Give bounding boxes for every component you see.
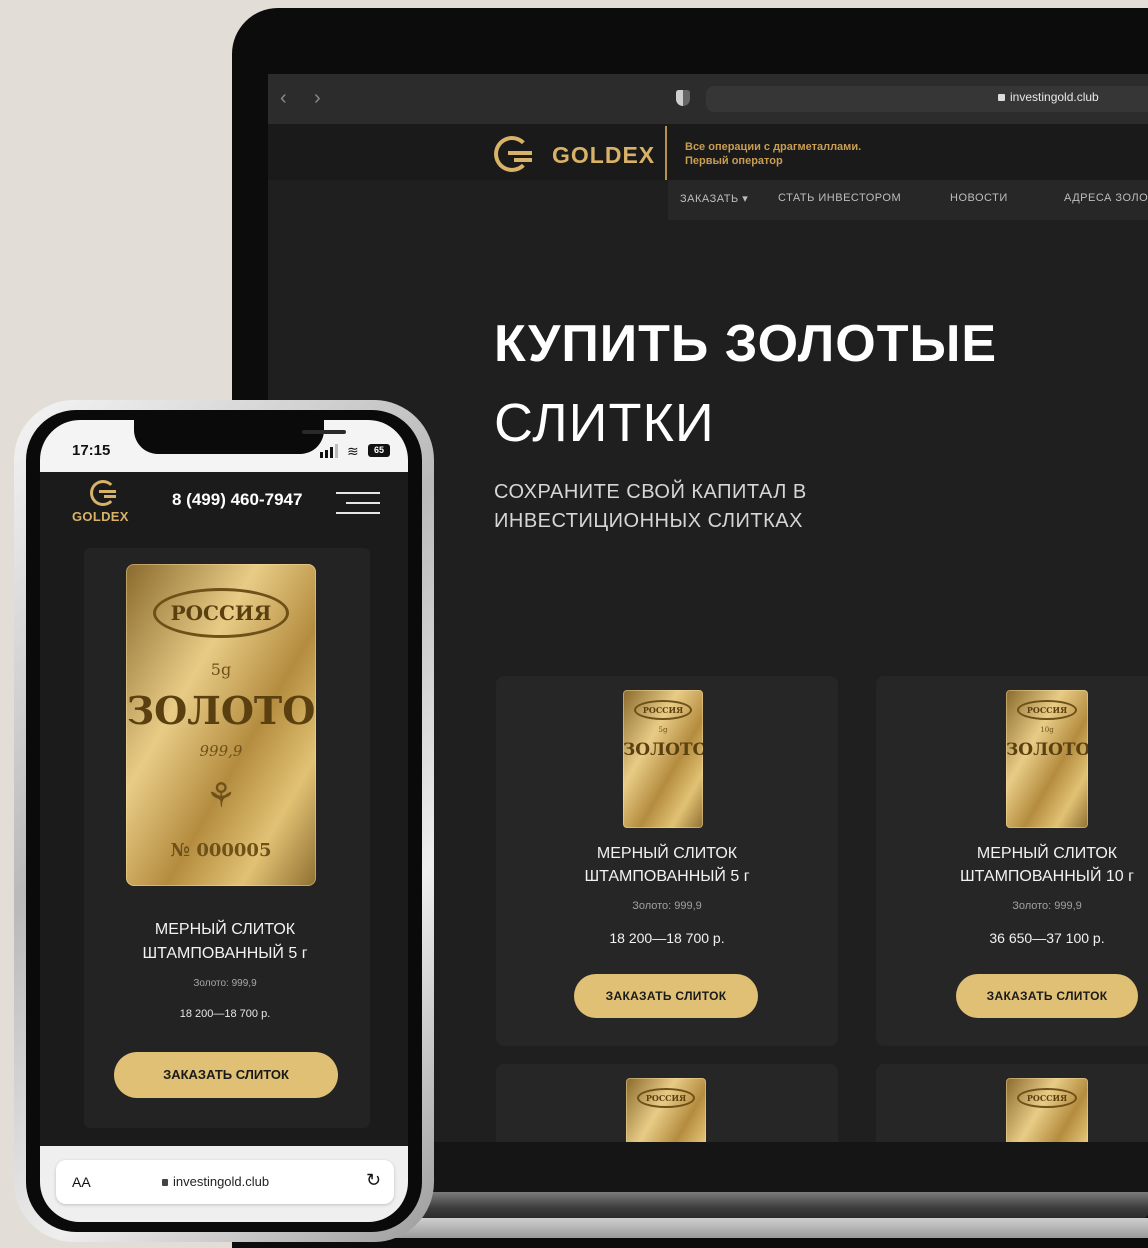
product-card: РОССИЯ 5g ЗОЛОТО МЕРНЫЙ СЛИТОК ШТАМПОВАН… [496,676,838,1046]
product-purity: Золото: 999,9 [193,978,257,989]
product-card-partial: РОССИЯ [876,1064,1148,1142]
gold-bar-image: РОССИЯ [1006,1078,1088,1142]
product-card-partial: РОССИЯ [496,1064,838,1142]
hero-title-light: СЛИТКИ [494,393,715,453]
hero-subtitle: СОХРАНИТЕ СВОЙ КАПИТАЛ В ИНВЕСТИЦИОННЫХ … [494,481,807,532]
gold-bar-image: РОССИЯ 5g ЗОЛОТО 999,9 ⚘ № 000005 [126,564,316,886]
gold-bar-image: РОССИЯ 5g ЗОЛОТО [623,690,703,828]
goldex-logo-text[interactable]: GOLDEX [552,142,655,169]
laptop-base-edge [300,1218,1148,1238]
gold-bar-image: РОССИЯ 10g ЗОЛОТО [1006,690,1088,828]
lock-icon [998,94,1005,101]
goldex-logo-text[interactable]: GOLDEX [72,509,129,524]
menu-left-space [268,180,668,220]
mobile-address-url[interactable]: investingold.club [162,1174,269,1189]
header-divider [665,126,667,182]
text-size-button[interactable]: AA [72,1174,91,1190]
phone-number-link[interactable]: 8 (499) 460-7947 [172,490,302,510]
status-time: 17:15 [72,442,111,459]
product-price: 18 200—18 700 р. [179,1008,271,1020]
product-card: РОССИЯ 10g ЗОЛОТО МЕРНЫЙ СЛИТОК ШТАМПОВА… [876,676,1148,1046]
battery-icon: 65 [368,444,390,457]
lock-icon [162,1179,168,1186]
chevron-right-icon[interactable]: › [314,86,321,110]
product-title: МЕРНЫЙ СЛИТОК ШТАМПОВАННЫЙ 5 г [584,845,750,885]
goldex-logo-icon[interactable] [494,136,532,172]
menu-item-news[interactable]: НОВОСТИ [950,192,1008,204]
product-purity: Золото: 999,9 [632,900,702,912]
menu-item-addresses[interactable]: АДРЕСА ЗОЛО [1064,192,1148,204]
wifi-icon: ≋ [347,443,359,459]
chevron-left-icon[interactable]: ‹ [280,86,287,110]
phone-screen: 17:15 ≋ 65 GOLDEX 8 (499) 460-7947 РОССИ… [40,420,408,1222]
menu-item-order[interactable]: ЗАКАЗАТЬ ▾ [680,192,748,205]
address-bar-url[interactable]: investingold.club [998,90,1099,104]
reload-icon[interactable]: ↻ [366,1170,381,1191]
product-title: МЕРНЫЙ СЛИТОК ШТАМПОВАННЫЙ 5 г [142,921,308,962]
product-purity: Золото: 999,9 [1012,900,1082,912]
privacy-shield-icon[interactable] [676,90,690,106]
hero-title-bold: КУПИТЬ ЗОЛОТЫЕ [494,315,998,373]
header-tagline: Все операции с драгметаллами. Первый опе… [685,141,862,167]
goldex-logo-icon[interactable] [90,480,116,506]
product-title: МЕРНЫЙ СЛИТОК ШТАМПОВАННЫЙ 10 г [960,845,1134,885]
order-bar-button[interactable]: ЗАКАЗАТЬ СЛИТОК [956,974,1138,1018]
product-price: 36 650—37 100 р. [989,930,1105,946]
signal-icon [320,452,323,458]
order-bar-button[interactable]: ЗАКАЗАТЬ СЛИТОК [114,1052,338,1098]
menu-item-become-investor[interactable]: СТАТЬ ИНВЕСТОРОМ [778,192,901,204]
product-price: 18 200—18 700 р. [609,930,725,946]
gold-bar-image: РОССИЯ [626,1078,706,1142]
phone-notch [134,420,346,454]
mint-mark-icon: ⚘ [205,776,237,816]
order-bar-button[interactable]: ЗАКАЗАТЬ СЛИТОК [574,974,758,1018]
